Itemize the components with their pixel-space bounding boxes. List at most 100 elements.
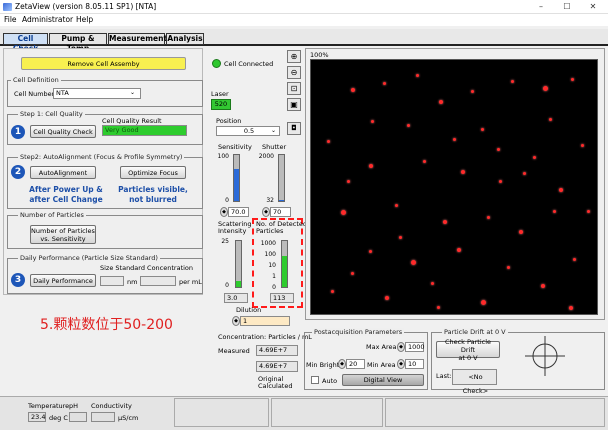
- daily-performance-button[interactable]: Daily Performance: [30, 274, 96, 287]
- scattering-label: Scattering Intensity: [218, 220, 252, 235]
- shutter-slider[interactable]: [278, 154, 285, 202]
- concentration-standard-field[interactable]: [140, 276, 176, 286]
- step1-badge: 1: [11, 125, 25, 139]
- annotation-caption: 5.颗粒数位于50-200: [40, 317, 173, 333]
- last-check-value: <No Check>: [452, 369, 497, 395]
- maximize-button[interactable]: ☐: [558, 1, 576, 13]
- particle-dot: [407, 124, 410, 127]
- particle-dot: [369, 164, 373, 168]
- shutter-value[interactable]: 70: [270, 207, 291, 217]
- shutter-tick-max: 2000: [258, 153, 274, 160]
- scattering-bar: [235, 240, 242, 288]
- particle-dot: [371, 120, 374, 123]
- optimize-focus-button[interactable]: Optimize Focus: [120, 166, 186, 179]
- particle-dot: [461, 170, 465, 174]
- laser-value: 520: [211, 99, 231, 110]
- zoom-out-icon[interactable]: ⊖: [287, 66, 301, 79]
- particle-dot: [487, 216, 490, 219]
- tab-cell-check[interactable]: Cell Check: [3, 33, 48, 53]
- detected-particles-value: 113: [270, 293, 294, 303]
- particle-dot: [331, 290, 334, 293]
- title-bar: ZetaView (version 8.05.11 SP1) [NTA] – ☐…: [0, 0, 608, 14]
- particle-dot: [411, 260, 416, 265]
- tab-measurement[interactable]: Measurement: [108, 33, 167, 45]
- min-bright-label: Min Bright.: [306, 361, 342, 369]
- step2-title: Step2: AutoAlignment (Focus & Profile Sy…: [18, 153, 185, 161]
- menu-administrator[interactable]: Administrator: [22, 15, 73, 24]
- tab-pump-temp[interactable]: Pump & Temp: [49, 33, 107, 53]
- menu-file[interactable]: File: [4, 15, 17, 24]
- save-icon[interactable]: ▣: [287, 98, 301, 111]
- sensitivity-spinner[interactable]: ◆: [220, 207, 228, 217]
- particle-dot: [549, 118, 552, 121]
- particle-dot: [581, 144, 584, 147]
- particle-dot: [423, 160, 426, 163]
- min-bright-spinner[interactable]: ◆: [338, 359, 346, 369]
- cell-number-select[interactable]: NTA: [53, 88, 141, 99]
- remove-cell-button[interactable]: Remove Cell Assemby: [21, 57, 186, 70]
- detected-tick-100: 100: [264, 251, 276, 258]
- detected-tick-1: 1: [272, 273, 276, 280]
- sensitivity-slider[interactable]: [233, 154, 240, 202]
- particle-dot: [385, 296, 389, 300]
- digital-view-button[interactable]: Digital View: [342, 374, 424, 386]
- particle-dot: [457, 248, 461, 252]
- original-calculated-label: Original Calculated: [258, 375, 293, 390]
- zoom-fit-icon[interactable]: ⊡: [287, 82, 301, 95]
- last-label: Last:: [436, 372, 452, 380]
- sensitivity-tick-min: 0: [225, 197, 229, 204]
- particle-dot: [437, 306, 440, 309]
- min-area-value[interactable]: 10: [405, 359, 424, 369]
- status-panel-4: [385, 398, 605, 427]
- particle-dot: [543, 86, 548, 91]
- cell-number-label: Cell Number: [14, 90, 55, 98]
- auto-checkbox[interactable]: [311, 376, 319, 384]
- min-area-label: Min Area: [367, 361, 396, 369]
- zoom-in-icon[interactable]: ⊕: [287, 50, 301, 63]
- conductivity-value: [91, 412, 115, 422]
- nm-unit: nm: [127, 278, 138, 286]
- per-ml-unit: per mL: [179, 278, 202, 286]
- postacq-title: Postacquisition Parameters: [312, 328, 405, 336]
- sensitivity-value[interactable]: 70.0: [228, 207, 249, 217]
- dilution-value[interactable]: 1: [240, 316, 290, 326]
- size-standard-field[interactable]: [100, 276, 124, 286]
- dilution-label: Dilution: [236, 306, 262, 314]
- position-chevron-icon: ⌄: [271, 127, 277, 134]
- cell-quality-check-button[interactable]: Cell Quality Check: [30, 125, 96, 138]
- particle-dot: [481, 128, 484, 131]
- particle-dot: [453, 138, 456, 141]
- particle-dot: [399, 236, 402, 239]
- camera-icon[interactable]: ◘: [287, 122, 301, 135]
- particle-dot: [569, 306, 573, 310]
- shutter-spinner[interactable]: ◆: [262, 207, 270, 217]
- min-bright-value[interactable]: 20: [346, 359, 365, 369]
- dilution-spinner[interactable]: ◆: [232, 316, 240, 326]
- scattering-fill: [236, 281, 241, 287]
- detected-particles-label: No. of Detected Particles: [256, 220, 307, 235]
- step2-badge: 2: [11, 165, 25, 179]
- tab-analysis[interactable]: Analysis: [166, 33, 204, 45]
- particle-dot: [383, 82, 386, 85]
- menu-help[interactable]: Help: [76, 15, 93, 24]
- particle-dot: [507, 266, 510, 269]
- max-area-spinner[interactable]: ◆: [397, 342, 405, 352]
- check-drift-button[interactable]: Check Particle Drift at 0 V: [436, 338, 500, 362]
- status-panel-3: [271, 398, 383, 427]
- min-area-spinner[interactable]: ◆: [397, 359, 405, 369]
- max-area-value[interactable]: 1000: [405, 342, 425, 352]
- minimize-button[interactable]: –: [532, 1, 550, 13]
- particle-dot: [523, 172, 526, 175]
- particle-image-view[interactable]: [310, 59, 598, 315]
- autoalignment-button[interactable]: AutoAlignment: [30, 166, 96, 179]
- temperature-label: Temperature: [28, 402, 70, 410]
- original-value: 4.69E+7: [256, 361, 298, 372]
- ph-value: [69, 412, 87, 422]
- particles-vs-sensitivity-button[interactable]: Number of Particles vs. Sensitivity: [30, 225, 96, 244]
- detected-particles-fill: [282, 255, 287, 287]
- scattering-value: 3.0: [224, 293, 248, 303]
- close-button[interactable]: ✕: [584, 1, 602, 13]
- app-icon: [3, 3, 12, 11]
- particle-dot: [573, 258, 576, 261]
- particle-dot: [416, 74, 419, 77]
